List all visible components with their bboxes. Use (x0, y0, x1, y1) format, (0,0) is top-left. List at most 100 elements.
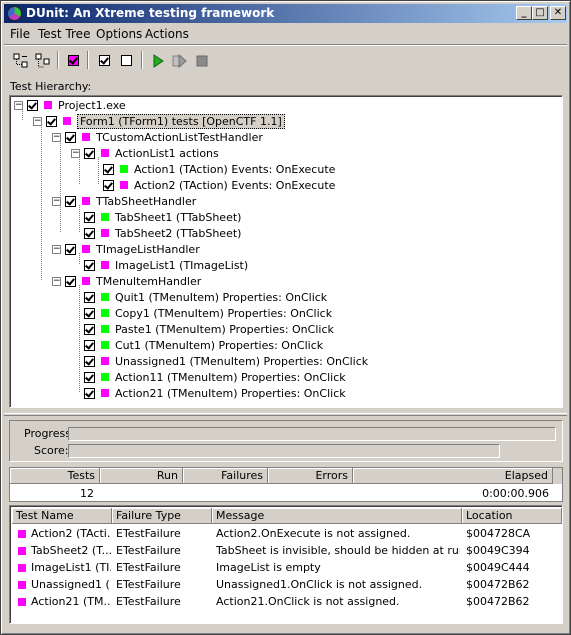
tree-checkbox[interactable] (84, 307, 95, 319)
tree-checkbox[interactable] (103, 179, 114, 191)
uncheck-icon[interactable] (116, 51, 136, 70)
tree-checkbox[interactable] (46, 115, 57, 127)
tree-node-copy1[interactable]: Copy1 (TMenuItem) Properties: OnClick (84, 305, 332, 321)
tree-checkbox[interactable] (84, 211, 95, 223)
test-tree[interactable]: − Project1.exe − Form1 (TForm1) tests [O… (9, 95, 563, 408)
tree-node-imagelist1[interactable]: ImageList1 (TImageList) (84, 257, 248, 273)
failure-test-name: Action21 (TM... (31, 595, 111, 608)
tree-checkbox[interactable] (27, 99, 38, 111)
stats-header-elapsed[interactable]: Elapsed (353, 468, 553, 484)
splitter[interactable] (4, 413, 567, 416)
failure-row[interactable]: TabSheet2 (T... ETestFailure TabSheet is… (12, 542, 562, 559)
menu-options[interactable]: Options (96, 27, 142, 41)
tree-node-form1[interactable]: − Form1 (TForm1) tests [OpenCTF 1.1] (33, 113, 285, 129)
menu-file[interactable]: File (10, 27, 30, 41)
menu-test-tree[interactable]: Test Tree (38, 27, 90, 41)
score-bar (68, 444, 500, 458)
tree-node-actionlist1[interactable]: − ActionList1 actions (71, 145, 219, 161)
tree-node-paste1[interactable]: Paste1 (TMenuItem) Properties: OnClick (84, 321, 334, 337)
column-failure-type[interactable]: Failure Type (112, 508, 212, 524)
stats-header-tests[interactable]: Tests (10, 468, 100, 484)
tree-checkbox[interactable] (84, 355, 95, 367)
tree-node-quit1[interactable]: Quit1 (TMenuItem) Properties: OnClick (84, 289, 327, 305)
tree-node-tabsheet-handler[interactable]: − TTabSheetHandler (52, 193, 196, 209)
column-location[interactable]: Location (462, 508, 562, 524)
run-icon[interactable] (148, 51, 168, 70)
toolbar-divider (57, 51, 59, 69)
tree-node-label: Copy1 (TMenuItem) Properties: OnClick (115, 306, 333, 320)
status-failed-icon (18, 547, 26, 555)
column-test-name[interactable]: Test Name (12, 508, 112, 524)
tree-node-action21[interactable]: Action21 (TMenuItem) Properties: OnClick (84, 385, 346, 401)
failure-row[interactable]: Action21 (TM... ETestFailure Action21.On… (12, 593, 562, 610)
tree-node-action11[interactable]: Action11 (TMenuItem) Properties: OnClick (84, 369, 346, 385)
minimize-button[interactable]: _ (516, 6, 532, 20)
run-selected-icon[interactable] (170, 51, 190, 70)
tree-checkbox[interactable] (84, 387, 95, 399)
tree-checkbox[interactable] (65, 243, 76, 255)
stats-tests-value: 12 (80, 487, 94, 500)
stats-header-errors[interactable]: Errors (268, 468, 353, 484)
collapse-icon[interactable]: − (52, 132, 61, 142)
status-failed-icon (82, 277, 90, 285)
tree-node-project[interactable]: − Project1.exe (14, 97, 126, 113)
failure-test-name: ImageList1 (TI... (31, 561, 111, 574)
tree-node-imagelist-handler[interactable]: − TImageListHandler (52, 241, 200, 257)
tree-node-action2[interactable]: Action2 (TAction) Events: OnExecute (103, 177, 335, 193)
collapse-icon[interactable]: − (14, 100, 23, 110)
collapse-icon[interactable]: − (33, 116, 42, 126)
failure-test-name: Action2 (TActi... (31, 527, 111, 540)
failure-row[interactable]: ImageList1 (TI... ETestFailure ImageList… (12, 559, 562, 576)
collapse-icon[interactable]: − (71, 148, 80, 158)
failure-row[interactable]: Unassigned1 (... ETestFailure Unassigned… (12, 576, 562, 593)
collapse-icon[interactable]: − (52, 276, 61, 286)
collapse-icon[interactable]: − (52, 196, 61, 206)
tree-checkbox[interactable] (84, 259, 95, 271)
tree-node-tabsheet2[interactable]: TabSheet2 (TTabSheet) (84, 225, 241, 241)
tree-connector (41, 125, 42, 280)
tree-checkbox[interactable] (65, 275, 76, 287)
tree-checkbox[interactable] (84, 227, 95, 239)
failure-row[interactable]: Action2 (TActi... ETestFailure Action2.O… (12, 525, 562, 542)
deselect-all-icon[interactable] (33, 51, 53, 70)
tree-checkbox[interactable] (65, 131, 76, 143)
failure-message: Unassigned1.OnClick is not assigned. (216, 578, 423, 591)
stats-header-run[interactable]: Run (100, 468, 183, 484)
status-passed-icon (101, 293, 109, 301)
tree-node-unassigned1[interactable]: Unassigned1 (TMenuItem) Properties: OnCl… (84, 353, 368, 369)
tree-checkbox[interactable] (84, 323, 95, 335)
stats-elapsed-value: 0:00:00.906 (482, 487, 549, 500)
select-current-icon[interactable] (63, 51, 83, 70)
tree-node-tabsheet1[interactable]: TabSheet1 (TTabSheet) (84, 209, 241, 225)
tree-checkbox[interactable] (84, 291, 95, 303)
tree-checkbox[interactable] (103, 163, 114, 175)
tree-node-cut1[interactable]: Cut1 (TMenuItem) Properties: OnClick (84, 337, 323, 353)
tree-node-actionlist-handler[interactable]: − TCustomActionListTestHandler (52, 129, 263, 145)
maximize-button[interactable]: □ (532, 6, 548, 20)
stats-header-failures[interactable]: Failures (183, 468, 268, 484)
tree-node-label: TMenuItemHandler (96, 274, 202, 288)
tree-connector (79, 285, 80, 392)
progress-panel: Progress: Score: (9, 420, 563, 462)
close-button[interactable]: ✕ (550, 6, 566, 20)
tree-checkbox[interactable] (84, 147, 95, 159)
tree-checkbox[interactable] (84, 339, 95, 351)
column-message[interactable]: Message (212, 508, 462, 524)
tree-checkbox[interactable] (84, 371, 95, 383)
collapse-icon[interactable]: − (52, 244, 61, 254)
tree-node-label: TabSheet1 (TTabSheet) (115, 210, 242, 224)
tree-connector (79, 157, 80, 184)
toolbar-divider (87, 51, 89, 69)
tree-node-label: TImageListHandler (96, 242, 200, 256)
failure-list[interactable]: Test Name Failure Type Message Location … (9, 505, 563, 624)
failure-location: $00472B62 (466, 595, 530, 608)
stop-icon[interactable] (192, 51, 212, 70)
title-bar[interactable]: DUnit: An Xtreme testing framework _ □ ✕ (4, 4, 567, 23)
tree-node-menuitem-handler[interactable]: − TMenuItemHandler (52, 273, 201, 289)
stats-table: Tests Run Failures Errors Elapsed 12 0:0… (9, 467, 563, 502)
menu-actions[interactable]: Actions (145, 27, 189, 41)
tree-checkbox[interactable] (65, 195, 76, 207)
tree-node-action1[interactable]: Action1 (TAction) Events: OnExecute (103, 161, 335, 177)
select-all-icon[interactable] (11, 51, 31, 70)
check-icon[interactable] (94, 51, 114, 70)
